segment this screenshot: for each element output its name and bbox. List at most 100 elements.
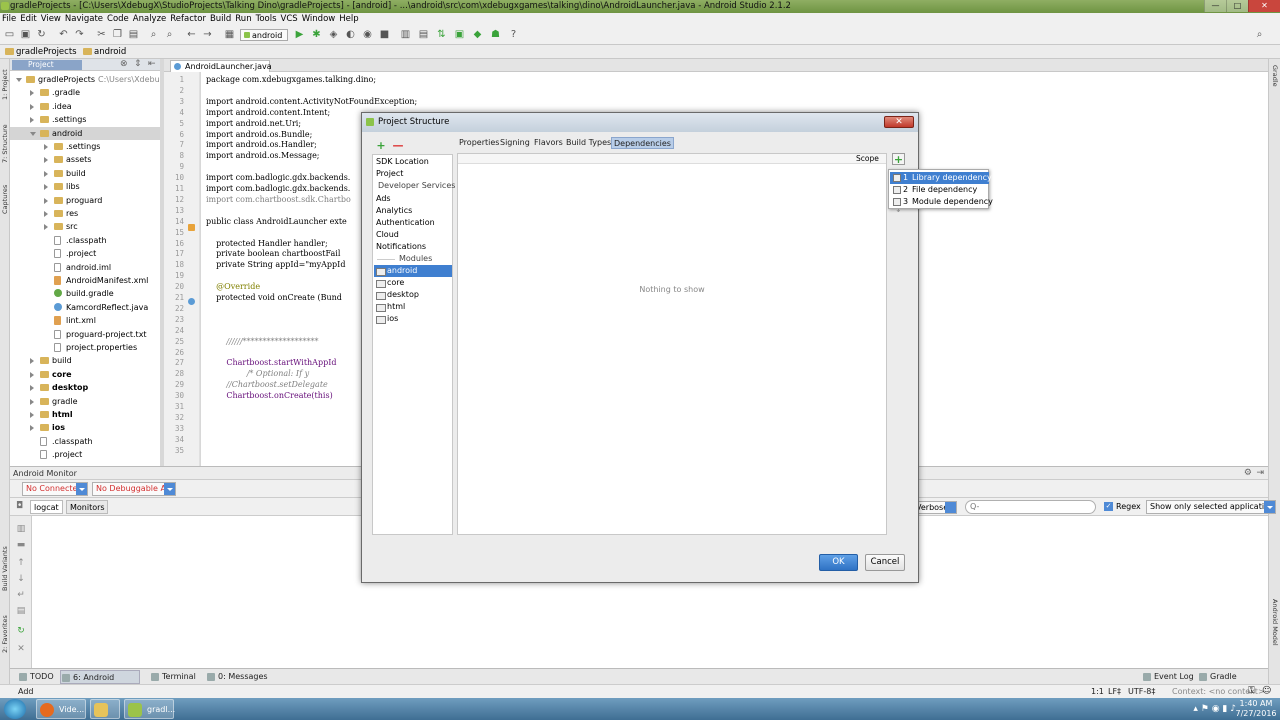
tree-item[interactable]: .classpath bbox=[10, 234, 160, 247]
gradle-console-tool-tab[interactable]: Gradle Console bbox=[1198, 670, 1268, 695]
tab-build-types[interactable]: Build Types bbox=[564, 137, 613, 149]
chevron-right-icon[interactable] bbox=[44, 211, 48, 217]
tree-item[interactable]: .settings bbox=[10, 140, 160, 153]
add-module-button[interactable]: + bbox=[375, 140, 387, 152]
start-button[interactable] bbox=[4, 699, 26, 719]
tree-item[interactable]: .classpath bbox=[10, 435, 160, 448]
tree-item[interactable]: KamcordReflect.java bbox=[10, 301, 160, 314]
coverage-icon[interactable]: ◐ bbox=[345, 29, 356, 40]
find-icon[interactable]: ⌕ bbox=[148, 29, 159, 40]
breadcrumb-android[interactable]: android bbox=[82, 45, 126, 59]
structure-tool-tab[interactable]: 7: Structure bbox=[0, 119, 10, 169]
tab-signing[interactable]: Signing bbox=[498, 137, 532, 149]
library-dependency-item[interactable]: 1 Library dependency bbox=[890, 172, 992, 184]
android-device-monitor-icon[interactable]: ◆ bbox=[472, 29, 483, 40]
sidebar-module-desktop[interactable]: desktop bbox=[374, 289, 452, 301]
event-log-tool-tab[interactable]: Event Log bbox=[1142, 670, 1194, 684]
menu-view[interactable]: View bbox=[41, 13, 61, 25]
menu-analyze[interactable]: Analyze bbox=[133, 13, 167, 25]
paste-icon[interactable]: ▤ bbox=[128, 29, 139, 40]
todo-tool-tab[interactable]: TODO bbox=[18, 670, 54, 684]
search-everywhere-icon[interactable]: ⌕ bbox=[1254, 29, 1265, 40]
attach-debugger-icon[interactable]: ◈ bbox=[328, 29, 339, 40]
chevron-right-icon[interactable] bbox=[44, 170, 48, 177]
android-monitor-tool-tab[interactable]: 6: Android Monitor bbox=[60, 670, 140, 696]
tree-item[interactable]: build bbox=[10, 354, 160, 367]
help-icon[interactable]: ? bbox=[508, 29, 519, 40]
run-config-combo[interactable]: android bbox=[240, 29, 288, 41]
override-marker-icon[interactable] bbox=[188, 224, 195, 231]
debug-icon[interactable]: ✱ bbox=[311, 29, 322, 40]
minimize-button[interactable]: — bbox=[1204, 0, 1226, 12]
tab-logcat[interactable]: logcat bbox=[30, 500, 63, 514]
redo-icon[interactable]: ↷ bbox=[74, 29, 85, 40]
menu-run[interactable]: Run bbox=[235, 13, 251, 25]
favorites-tool-tab[interactable]: 2: Favorites bbox=[0, 609, 10, 659]
messages-tool-tab[interactable]: 0: Messages bbox=[206, 670, 268, 684]
replace-icon[interactable]: ⌕ bbox=[164, 29, 175, 40]
logcat-filter-select[interactable]: Show only selected application bbox=[1146, 500, 1276, 514]
scope-column-header[interactable]: Scope bbox=[856, 154, 879, 164]
line-separator[interactable]: LF‡ bbox=[1108, 685, 1121, 698]
tree-item[interactable]: .settings bbox=[10, 113, 160, 126]
collapse-icon[interactable]: ⇕ bbox=[134, 59, 142, 69]
tree-item[interactable]: AndroidManifest.xml bbox=[10, 274, 160, 287]
tree-item[interactable]: proguard-project.txt bbox=[10, 328, 160, 341]
sidebar-analytics[interactable]: Analytics bbox=[374, 205, 452, 217]
chevron-down-icon[interactable] bbox=[16, 78, 22, 85]
clock-time[interactable]: 1:40 AM bbox=[1234, 699, 1278, 709]
restart-icon[interactable]: ↻ bbox=[16, 626, 26, 636]
file-encoding[interactable]: UTF-8‡ bbox=[1128, 685, 1155, 698]
cancel-button[interactable]: Cancel bbox=[865, 554, 905, 571]
tree-item[interactable]: libs bbox=[10, 180, 160, 193]
tree-item[interactable]: android bbox=[10, 126, 160, 140]
open-folder-icon[interactable]: ▭ bbox=[4, 29, 15, 40]
tree-item[interactable]: ios bbox=[10, 421, 160, 434]
dialog-close-button[interactable]: ✕ bbox=[884, 116, 914, 128]
gradle-sync-icon[interactable]: ⇅ bbox=[436, 29, 447, 40]
chevron-right-icon[interactable] bbox=[30, 103, 34, 110]
taskbar-firefox[interactable]: Vide... bbox=[36, 699, 86, 719]
run-icon[interactable]: ▶ bbox=[294, 29, 305, 40]
maximize-button[interactable]: □ bbox=[1226, 0, 1248, 12]
chevron-right-icon[interactable] bbox=[30, 385, 34, 392]
sidebar-module-html[interactable]: html bbox=[374, 301, 452, 313]
chevron-right-icon[interactable] bbox=[30, 398, 34, 405]
tab-properties[interactable]: Properties bbox=[457, 137, 501, 149]
taskbar-android-studio[interactable]: gradl... bbox=[124, 699, 175, 719]
tree-item[interactable]: .gradle bbox=[10, 86, 160, 99]
chevron-right-icon[interactable] bbox=[44, 144, 48, 150]
sidebar-sdk-location[interactable]: SDK Location bbox=[374, 156, 452, 168]
forward-icon[interactable]: → bbox=[202, 29, 213, 40]
profile-icon[interactable]: ◉ bbox=[362, 29, 373, 40]
tree-item[interactable]: core bbox=[10, 368, 160, 381]
sidebar-cloud[interactable]: Cloud bbox=[374, 229, 452, 241]
camera-icon[interactable]: ◘ bbox=[16, 501, 23, 511]
sidebar-ads[interactable]: Ads bbox=[374, 193, 452, 205]
menu-navigate[interactable]: Navigate bbox=[65, 13, 103, 25]
tree-item[interactable]: desktop bbox=[10, 381, 160, 394]
chevron-right-icon[interactable] bbox=[44, 224, 48, 231]
tree-item[interactable]: src bbox=[10, 220, 160, 233]
tree-item[interactable]: lint.xml bbox=[10, 314, 160, 327]
build-variants-tool-tab[interactable]: Build Variants bbox=[0, 539, 10, 599]
chevron-right-icon[interactable] bbox=[30, 358, 34, 365]
make-project-icon[interactable]: ▦ bbox=[224, 29, 235, 40]
module-dependency-item[interactable]: 3 Module dependency bbox=[890, 196, 993, 208]
sidebar-authentication[interactable]: Authentication bbox=[374, 217, 452, 229]
chevron-right-icon[interactable] bbox=[44, 184, 48, 191]
chevron-right-icon[interactable] bbox=[30, 371, 34, 378]
soft-wrap-icon[interactable]: ↵ bbox=[16, 590, 26, 600]
tree-item[interactable]: res bbox=[10, 207, 160, 220]
trash-icon[interactable]: ▥ bbox=[16, 524, 26, 534]
copy-icon[interactable]: ❐ bbox=[112, 29, 123, 40]
close-window-button[interactable]: ✕ bbox=[1248, 0, 1280, 12]
android-model-tool-tab[interactable]: Android Model bbox=[1270, 599, 1280, 669]
print-icon[interactable]: ▤ bbox=[16, 606, 26, 616]
taskbar-explorer[interactable] bbox=[90, 699, 120, 719]
tab-monitors[interactable]: Monitors bbox=[66, 500, 108, 514]
menu-code[interactable]: Code bbox=[107, 13, 129, 25]
project-tool-tab[interactable]: 1: Project bbox=[0, 65, 10, 105]
tree-item[interactable]: android.iml bbox=[10, 261, 160, 274]
down-arrow-icon[interactable]: ↓ bbox=[16, 574, 26, 584]
